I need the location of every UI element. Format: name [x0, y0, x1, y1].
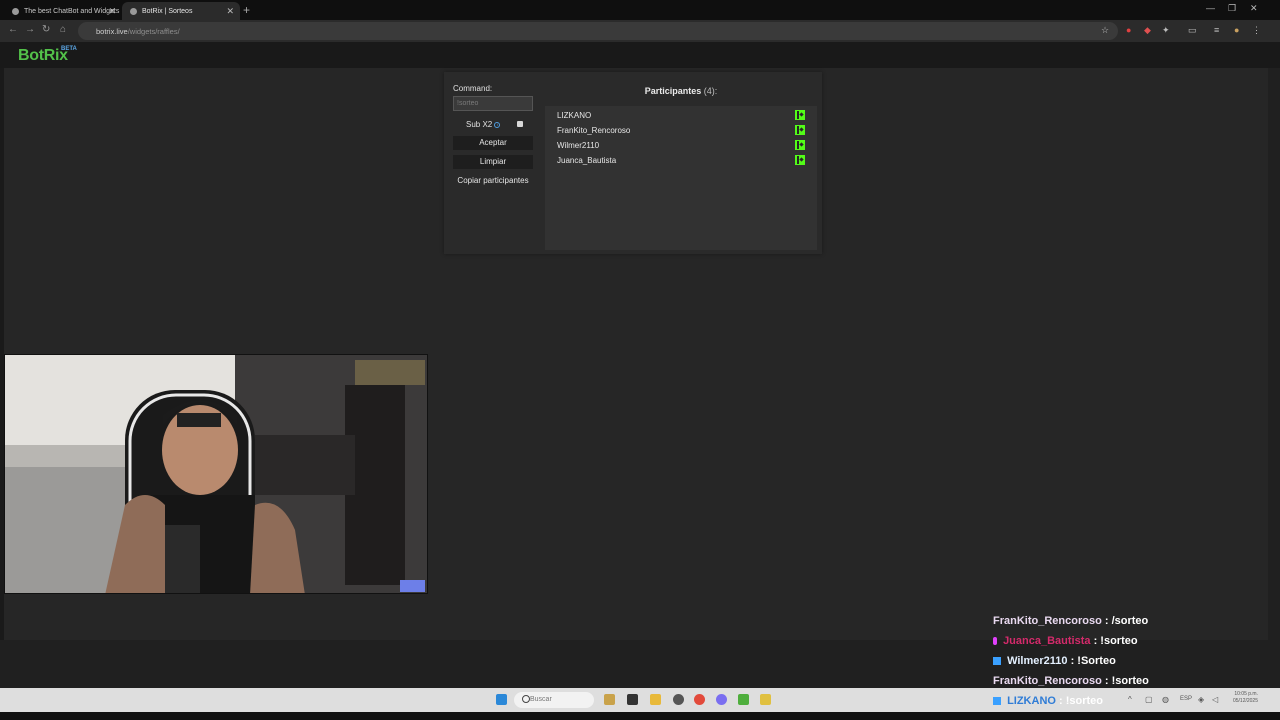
sub-x2-checkbox[interactable] [517, 121, 523, 127]
close-window-icon[interactable]: ✕ [1250, 3, 1258, 14]
tab-title: BotRix | Sorteos [142, 8, 193, 15]
app-header: BotRix BETA [0, 42, 1280, 68]
browser-tab-chatbot[interactable]: The best ChatBot and Widgets ✕ [4, 2, 122, 20]
kick-icon [795, 125, 805, 135]
taskbar-app-icon[interactable] [673, 694, 684, 705]
forward-icon[interactable]: → [25, 24, 35, 35]
close-tab-icon[interactable]: ✕ [226, 6, 234, 17]
chat-user: Wilmer2110 [1007, 655, 1068, 667]
chat-text: : !Sorteo [1070, 655, 1116, 667]
chat-text: : !sorteo [1104, 675, 1149, 687]
participant-row: LIZKANO [557, 110, 805, 120]
browser-tab-strip: The best ChatBot and Widgets ✕ BotRix | … [0, 0, 1280, 20]
windows-start-icon[interactable] [496, 694, 507, 705]
discord-icon[interactable] [716, 694, 727, 705]
clock-time: 10:05 p.m. [1234, 691, 1258, 697]
accept-button[interactable]: Aceptar [453, 136, 533, 150]
webcam-scene-image [5, 355, 427, 593]
chrome-icon[interactable] [694, 694, 705, 705]
beta-badge: BETA [61, 46, 77, 52]
volume-icon[interactable]: ◁ [1212, 695, 1218, 704]
copy-participants-button[interactable]: Copiar participantes [453, 174, 533, 188]
command-input[interactable] [453, 96, 533, 111]
sub-x2-label: Sub X2 i [466, 120, 501, 129]
participants-title-text: Participantes [644, 86, 702, 96]
profile-avatar[interactable]: ● [1234, 25, 1239, 35]
extension-icon[interactable]: ● [1126, 25, 1131, 35]
sub-x2-text: Sub X2 [466, 120, 493, 129]
back-icon[interactable]: ← [8, 24, 18, 35]
kick-icon [795, 140, 805, 150]
sub-badge-icon [993, 657, 1001, 665]
raffle-panel: Command: Sub X2i Aceptar Limpiar Copiar … [444, 72, 822, 254]
browser-toolbar: ← → ↻ ⌂ botrix.live/widgets/raffles/ ☆ ●… [0, 20, 1280, 42]
clock-date: 05/12/2025 [1232, 698, 1258, 704]
browser-tab-sorteos[interactable]: BotRix | Sorteos ✕ [122, 2, 240, 20]
tray-chevron-icon[interactable]: ^ [1128, 695, 1132, 704]
chat-message: Juanca_Bautista : !sorteo [993, 635, 1138, 647]
kick-icon [795, 110, 805, 120]
tab-title: The best ChatBot and Widgets [24, 8, 120, 15]
extensions-puzzle-icon[interactable]: ✦ [1162, 25, 1170, 36]
chat-text: : !sorteo [1093, 635, 1138, 647]
chat-message: FranKito_Rencoroso : /sorteo [993, 615, 1148, 627]
participants-list: LIZKANO FranKito_Rencoroso Wilmer2110 Ju… [545, 106, 817, 250]
home-icon[interactable]: ⌂ [60, 24, 66, 35]
clear-button[interactable]: Limpiar [453, 155, 533, 169]
chat-user: FranKito_Rencoroso [993, 675, 1102, 687]
chat-message: Wilmer2110 : !Sorteo [993, 655, 1116, 667]
participants-title: Participantes (4): [545, 86, 817, 96]
participant-row: Wilmer2110 [557, 140, 805, 150]
url-path: /widgets/raffles/ [127, 27, 180, 36]
sub-badge-icon [993, 697, 1001, 705]
bottom-strip [0, 712, 1280, 720]
participant-row: FranKito_Rencoroso [557, 125, 805, 135]
network-icon[interactable]: ◈ [1198, 695, 1204, 704]
minimize-icon[interactable]: — [1206, 3, 1215, 13]
participant-name: Juanca_Bautista [557, 156, 617, 165]
mic-badge-icon [993, 637, 997, 645]
address-bar[interactable]: botrix.live/widgets/raffles/ [78, 22, 1118, 40]
chat-text: : !sorteo [1059, 695, 1104, 707]
tray-icon[interactable]: ▢ [1145, 695, 1153, 704]
chat-message: LIZKANO : !sorteo [993, 695, 1103, 707]
tab-favicon [12, 8, 19, 15]
language-indicator[interactable]: ESP [1180, 696, 1192, 702]
search-icon [522, 695, 530, 703]
participant-name: Wilmer2110 [557, 141, 600, 150]
participants-count: (4): [703, 86, 718, 96]
maximize-icon[interactable]: ❐ [1228, 3, 1236, 14]
kick-icon [795, 155, 805, 165]
participant-name: LIZKANO [557, 111, 592, 120]
participant-row: Juanca_Bautista [557, 155, 805, 165]
new-tab-icon[interactable]: + [243, 3, 250, 17]
chat-user: LIZKANO [1007, 695, 1056, 707]
url-domain: botrix.live [96, 27, 128, 36]
info-icon[interactable]: i [494, 122, 501, 128]
command-label: Command: [453, 84, 493, 93]
chat-text: : /sorteo [1104, 615, 1149, 627]
minecraft-icon[interactable] [738, 694, 749, 705]
media-icon[interactable]: ≡ [1214, 25, 1219, 35]
extension-icon[interactable]: ◆ [1144, 25, 1151, 36]
taskbar-search-text: Buscar [530, 696, 552, 703]
close-tab-icon[interactable]: ✕ [108, 6, 116, 17]
bookmark-star-icon[interactable]: ☆ [1101, 25, 1109, 36]
taskbar-app-icon[interactable] [627, 694, 638, 705]
webcam-overlay [4, 354, 428, 594]
tray-icon[interactable]: ◍ [1162, 695, 1169, 704]
chat-user: Juanca_Bautista [1003, 635, 1091, 647]
taskbar-clock[interactable]: 10:05 p.m. 05/12/2025 [1233, 691, 1258, 705]
menu-icon[interactable]: ⋮ [1252, 25, 1261, 36]
reload-icon[interactable]: ↻ [42, 24, 50, 35]
taskbar-app-icon[interactable] [760, 694, 771, 705]
chat-user: FranKito_Rencoroso [993, 615, 1102, 627]
chat-message: FranKito_Rencoroso : !sorteo [993, 675, 1149, 687]
taskbar-app-icon[interactable] [604, 694, 615, 705]
tab-favicon [130, 8, 137, 15]
participant-name: FranKito_Rencoroso [557, 126, 631, 135]
file-explorer-icon[interactable] [650, 694, 661, 705]
sidebar-icon[interactable]: ▭ [1188, 25, 1197, 36]
